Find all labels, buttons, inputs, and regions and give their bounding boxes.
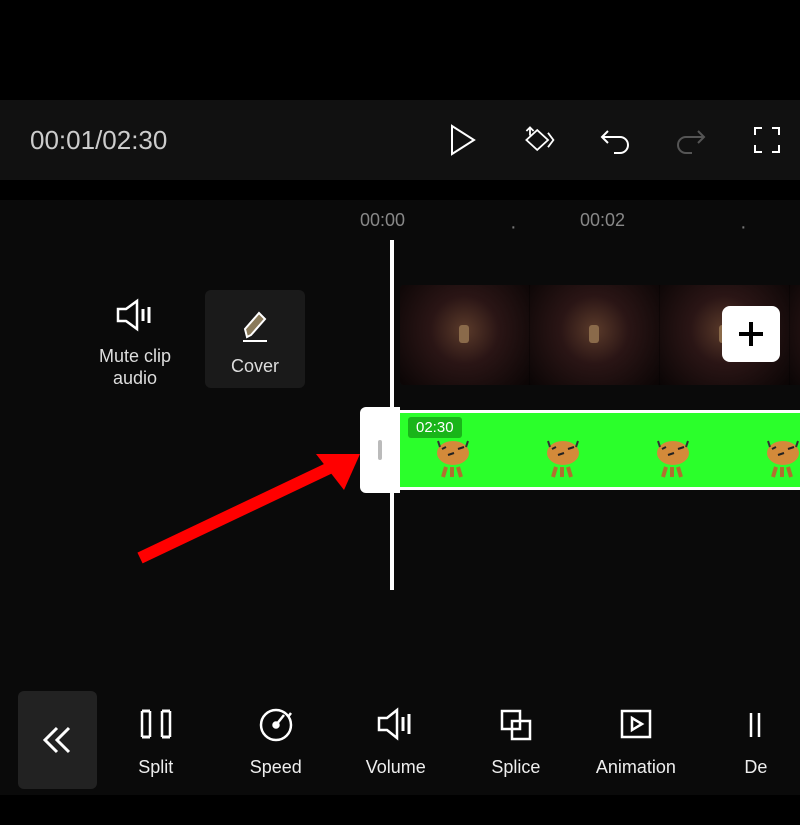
edit-tools-toolbar: Split Speed Volume — [0, 685, 800, 795]
add-clip-button[interactable] — [722, 306, 780, 362]
thumbnail — [620, 413, 730, 487]
speaker-icon — [105, 290, 165, 340]
volume-icon — [375, 703, 417, 745]
tool-label: De — [744, 757, 767, 778]
clip-duration-badge: 02:30 — [408, 417, 462, 438]
toolbar-icons — [445, 122, 785, 158]
delete-tool[interactable]: De — [712, 703, 800, 778]
animation-tool[interactable]: Animation — [592, 703, 680, 778]
clip-controls: Mute clip audio Cover — [85, 290, 335, 389]
ruler-tick: 00:00 — [360, 210, 405, 231]
undo-button[interactable] — [597, 122, 633, 158]
cover-label: Cover — [231, 356, 279, 378]
time-display: 00:01/02:30 — [30, 125, 167, 156]
ruler-dot: · — [510, 216, 517, 239]
back-button[interactable] — [18, 691, 97, 789]
tool-label: Volume — [366, 757, 426, 778]
redo-button[interactable] — [673, 122, 709, 158]
fullscreen-button[interactable] — [749, 122, 785, 158]
tool-label: Split — [138, 757, 173, 778]
mute-clip-button[interactable]: Mute clip audio — [85, 290, 185, 389]
time-ruler: 00:00 · 00:02 · — [0, 210, 800, 240]
cover-button[interactable]: Cover — [205, 290, 305, 388]
split-tool[interactable]: Split — [112, 703, 200, 778]
mute-clip-label: Mute clip audio — [85, 346, 185, 389]
ruler-dot: · — [740, 216, 747, 239]
volume-tool[interactable]: Volume — [352, 703, 440, 778]
pencil-icon — [225, 300, 285, 350]
tool-label: Speed — [250, 757, 302, 778]
thumbnail — [510, 413, 620, 487]
annotation-arrow — [130, 448, 380, 573]
tool-items: Split Speed Volume — [112, 703, 800, 778]
keyframe-button[interactable] — [521, 122, 557, 158]
clip-trim-handle[interactable] — [360, 407, 400, 493]
thumbnail — [730, 413, 800, 487]
overlay-track[interactable]: 02:30 — [360, 410, 800, 490]
delete-icon — [749, 703, 763, 745]
overlay-clip[interactable]: 02:30 — [400, 410, 800, 490]
splice-icon — [496, 703, 536, 745]
ruler-tick: 00:02 — [580, 210, 625, 231]
split-icon — [136, 703, 176, 745]
tool-label: Animation — [596, 757, 676, 778]
splice-tool[interactable]: Splice — [472, 703, 560, 778]
timeline[interactable]: 00:00 · 00:02 · Mute clip audio Cover — [0, 200, 800, 695]
playback-toolbar: 00:01/02:30 — [0, 100, 800, 180]
tool-label: Splice — [491, 757, 540, 778]
thumbnail — [530, 285, 660, 385]
speed-icon — [256, 703, 296, 745]
playhead[interactable] — [390, 240, 394, 590]
animation-icon — [616, 703, 656, 745]
play-button[interactable] — [445, 122, 481, 158]
thumbnail — [790, 285, 800, 385]
thumbnail — [400, 285, 530, 385]
speed-tool[interactable]: Speed — [232, 703, 320, 778]
